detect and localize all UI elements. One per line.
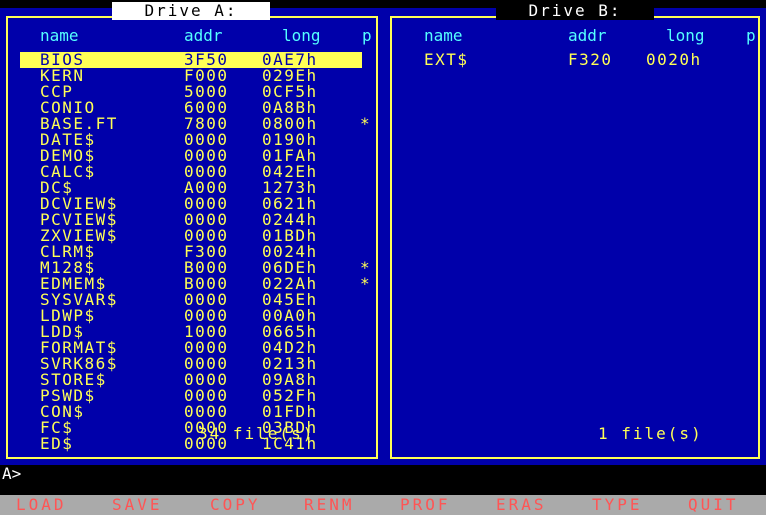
drive-b-title: Drive B: [496,2,654,20]
drive-b-file-list: EXT$ F320 0020h [404,52,750,68]
header-p: p [746,26,756,45]
drive-b-file-count: 1 file(s) [598,424,703,443]
file-row[interactable]: ED$ 0000 1C41h [20,436,368,452]
command-line[interactable]: A> [0,465,766,483]
fkey-7[interactable]: QUIT [688,495,739,515]
drive-b-frame: name addr long p EXT$ F320 0020h 1 file(s) [390,16,760,459]
drive-b-panel[interactable]: name addr long p EXT$ F320 0020h 1 file(s)… [384,2,766,465]
header-name: name [40,26,79,45]
drive-a-file-list: BIOS 3F50 0AE7h KERN F000 029Eh CCP 5000 0CF5h CO… [20,52,372,452]
header-long: long [666,26,705,45]
fkey-5[interactable]: ERAS [496,495,547,515]
file-row[interactable]: EXT$ F320 0020h [404,52,750,68]
drive-a-file-count: 34 file(s) [198,424,315,443]
drive-a-panel[interactable]: name addr long p BIOS 3F50 0AE7h KERN F000 02… [0,2,384,465]
fkey-2[interactable]: COPY [210,495,261,515]
file-protect-flag: * [360,274,372,293]
file-addr: F320 [568,50,613,69]
header-addr: addr [184,26,223,45]
function-key-bar: LOAD SAVE COPY RENM PROF ERAS TYPE QUIT [0,495,766,515]
fkey-4[interactable]: PROF [400,495,451,515]
file-name: ED$ [40,434,74,453]
screen: name addr long p BIOS 3F50 0AE7h KERN F000 02… [0,0,766,515]
fkey-3[interactable]: RENM [304,495,355,515]
drive-a-frame: name addr long p BIOS 3F50 0AE7h KERN F000 02… [6,16,378,459]
file-length: 0020h [646,50,702,69]
file-protect-flag: * [360,114,372,133]
header-p: p [362,26,372,45]
header-addr: addr [568,26,607,45]
drive-b-column-headers: name addr long p [404,26,756,45]
drive-a-column-headers: name addr long p [20,26,372,45]
fkey-0[interactable]: LOAD [16,495,67,515]
file-name: EXT$ [424,50,469,69]
header-long: long [282,26,321,45]
command-prompt: A> [2,464,22,483]
header-name: name [424,26,463,45]
fkey-6[interactable]: TYPE [592,495,643,515]
drive-a-title: Drive A: [112,2,270,20]
fkey-1[interactable]: SAVE [112,495,163,515]
